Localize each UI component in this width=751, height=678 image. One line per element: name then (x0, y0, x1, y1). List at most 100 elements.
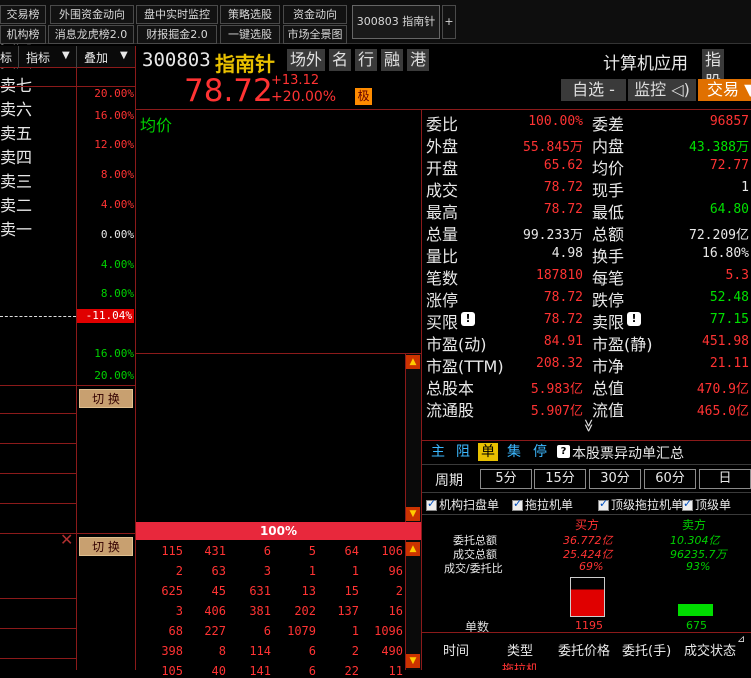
period-option[interactable]: 5分 (480, 469, 532, 489)
checkbox-icon[interactable] (598, 497, 609, 511)
chevron-down-icon[interactable]: ▼ (120, 50, 128, 61)
checkbox-icon[interactable] (426, 497, 437, 511)
toolbar-button[interactable]: 资金动向 (283, 5, 347, 24)
scroll-up-button[interactable]: ▲ (406, 355, 420, 369)
toolbar-button[interactable]: 交易榜 (0, 5, 46, 24)
quote-value: 21.11 (709, 356, 749, 371)
filter-checkbox[interactable]: 顶级单 (682, 496, 731, 513)
tab-1[interactable]: 阻 (453, 443, 473, 461)
toolbar-button[interactable]: 外围资金动向 (50, 5, 134, 24)
checkbox-icon[interactable] (682, 497, 693, 511)
checkbox-icon[interactable] (512, 497, 523, 511)
filter-checkbox[interactable]: 顶级拖拉机单 (598, 496, 683, 513)
quote-value: 78.72 (543, 312, 583, 327)
toolbar-button[interactable]: 一键选股 (220, 25, 280, 44)
add-tab-button[interactable]: + (442, 5, 456, 39)
sort-icon[interactable]: ⊿ (737, 634, 745, 645)
stock-tag[interactable]: 场外 (287, 49, 326, 71)
watchlist-button[interactable]: 自选 - (561, 79, 626, 101)
tab-3[interactable]: 集 (504, 443, 524, 461)
quote-label: 开盘 (426, 159, 459, 178)
stock-tab[interactable]: 300803 指南针 (352, 5, 440, 39)
close-icon[interactable]: ✕ (60, 532, 73, 548)
trade-cell: 6 (308, 644, 316, 658)
trade-cell: 68 (168, 624, 183, 638)
trade-cell: 11 (388, 664, 403, 678)
sell-count: 675 (686, 619, 707, 632)
switch-button-2[interactable]: 切 换 (79, 537, 133, 556)
filter-checkbox[interactable]: 机构扫盘单 (426, 496, 499, 513)
scroll-down-button[interactable]: ▼ (406, 654, 420, 668)
warning-icon: ! (461, 312, 475, 326)
stock-tag[interactable]: 名 (329, 49, 352, 71)
buy-ratio-bar: 100% (136, 522, 421, 540)
detail-row-partial[interactable]: 拖拉机 (502, 663, 538, 670)
quote-label: 市盈(TTM) (426, 357, 504, 376)
stock-tag[interactable]: 融 (381, 49, 404, 71)
quote-value: 99.233万 (523, 228, 583, 243)
stock-tag[interactable]: 港 (407, 49, 430, 71)
quote-label: 总额 (592, 225, 625, 244)
chevron-down-icon[interactable]: ▼ (62, 50, 70, 61)
chart-border (0, 385, 136, 386)
trade-cell: 631 (249, 584, 271, 598)
column-header[interactable]: 成交状态 (684, 640, 736, 659)
toolbar-button[interactable]: 财报掘金2.0 (137, 25, 217, 44)
column-header[interactable]: 类型 (507, 640, 533, 659)
trades-scrollbar[interactable] (405, 540, 421, 670)
trade-cell: 15 (344, 584, 359, 598)
toolbar-button[interactable]: 机构榜 (0, 25, 46, 44)
stock-tag[interactable]: 指 (702, 49, 725, 71)
period-option[interactable]: 日 (699, 469, 751, 489)
quote-value: 4.98 (551, 246, 583, 261)
column-header[interactable]: 时间 (443, 640, 469, 659)
notice-link[interactable]: 本股票异动单汇总 (572, 443, 684, 463)
trade-cell: 2 (175, 564, 183, 578)
trade-cell: 202 (294, 604, 316, 618)
filter-checkbox[interactable]: 拖拉机单 (512, 496, 573, 513)
stock-tag[interactable]: 行 (355, 49, 378, 71)
trade-cell: 63 (211, 564, 226, 578)
quote-value: 470.9亿 (696, 382, 749, 397)
scroll-up-button[interactable]: ▲ (406, 542, 420, 556)
indicator-dropdown[interactable]: 指标 (26, 49, 50, 66)
left-header-col1[interactable]: 标 (0, 49, 12, 66)
monitor-button[interactable]: 监控 ◁) (628, 79, 696, 101)
filter-label: 拖拉机单 (525, 498, 574, 512)
percent-tick: 20.00% (94, 369, 134, 382)
period-option[interactable]: 60分 (644, 469, 696, 489)
column-header[interactable]: 委托价格 (558, 640, 610, 659)
percent-tick: 20.00% (94, 87, 134, 100)
column-header[interactable]: 委托(手) (622, 640, 671, 659)
tab-0[interactable]: 主 (428, 443, 448, 461)
trade-button[interactable]: 交易 ▼ (698, 79, 751, 101)
toolbar-button[interactable]: 策略选股 (220, 5, 280, 24)
toolbar-button[interactable]: 市场全景图 (283, 25, 347, 44)
quote-label: 总股本 (426, 379, 475, 398)
tab-4[interactable]: 停 (530, 443, 550, 461)
period-option[interactable]: 30分 (589, 469, 641, 489)
quote-label: 现手 (592, 181, 625, 200)
scroll-down-button[interactable]: ▼ (406, 507, 420, 521)
percent-tick: 12.00% (94, 138, 134, 151)
trade-cell: 398 (161, 644, 183, 658)
panel-divider (422, 632, 751, 633)
overlay-dropdown[interactable]: 叠加 (84, 49, 108, 66)
order-book-divider (136, 353, 422, 354)
period-option[interactable]: 15分 (534, 469, 586, 489)
percent-tick: 4.00% (100, 198, 134, 211)
quote-label: 市盈(静) (592, 335, 653, 354)
warning-icon: ! (627, 312, 641, 326)
quote-value: 96857 (709, 114, 749, 129)
tab-2[interactable]: 单 (478, 443, 498, 461)
quote-label: 委差 (592, 115, 625, 134)
quote-value: 5.3 (725, 268, 749, 283)
switch-button-1[interactable]: 切 换 (79, 389, 133, 408)
quote-value: 72.209亿 (689, 228, 749, 243)
toolbar-button[interactable]: 盘中实时监控 (136, 5, 218, 24)
toolbar-button[interactable]: 消息龙虎榜2.0 (48, 25, 134, 44)
industry-label[interactable]: 计算机应用 (603, 49, 688, 74)
quote-label: 卖限 (592, 313, 625, 332)
trade-cell: 137 (337, 604, 359, 618)
scrollbar[interactable] (405, 354, 421, 522)
